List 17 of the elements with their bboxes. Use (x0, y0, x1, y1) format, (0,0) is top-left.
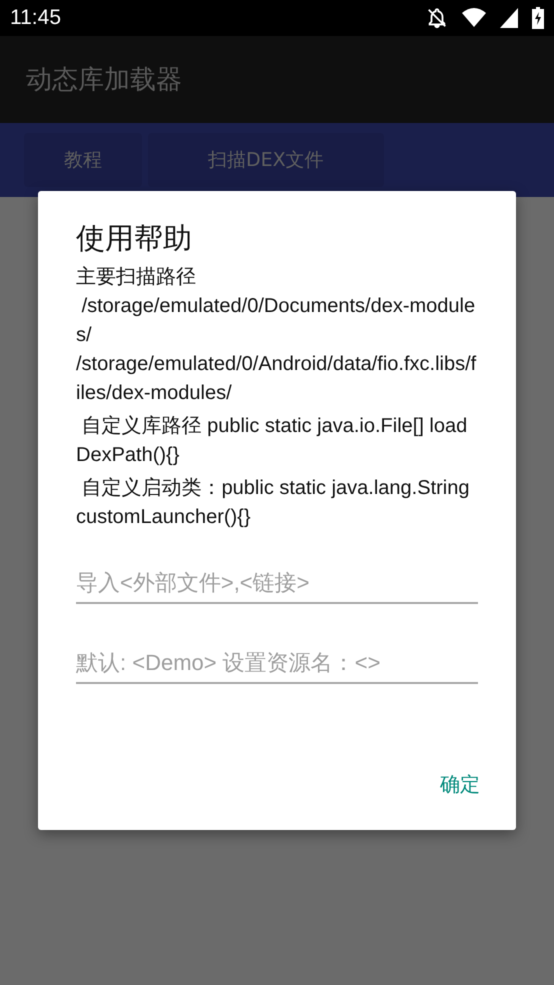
help-text: /storage/emulated/0/Documents/dex-modules/ (76, 294, 476, 348)
status-time: 11:45 (10, 6, 61, 30)
text-field[interactable]: 默认: <Demo> 设置资源名：<> (76, 642, 478, 684)
confirm-button[interactable]: 确定 (432, 765, 488, 804)
help-text: /storage/emulated/0/Android/data/fio.fxc.libs/files/dex-modules/ (76, 352, 478, 406)
tab[interactable]: 教程 (24, 133, 142, 187)
text-field[interactable]: 导入<外部文件>,<链接> (76, 562, 478, 604)
bell-off-icon (426, 7, 448, 29)
signal-icon (500, 8, 518, 28)
app-title: 动态库加载器 (26, 64, 182, 97)
tab[interactable]: 扫描DEX文件 (148, 133, 384, 187)
wifi-icon (462, 8, 486, 28)
dialog-title: 使用帮助 (76, 220, 193, 257)
help-text: 自定义库路径 public static java.io.File[] loadDexPath(){} (76, 414, 468, 468)
battery-icon (532, 7, 544, 29)
help-text: 自定义启动类：public static java.lang.String customLauncher(){} (76, 476, 470, 530)
help-text: 主要扫描路径 (76, 265, 197, 290)
